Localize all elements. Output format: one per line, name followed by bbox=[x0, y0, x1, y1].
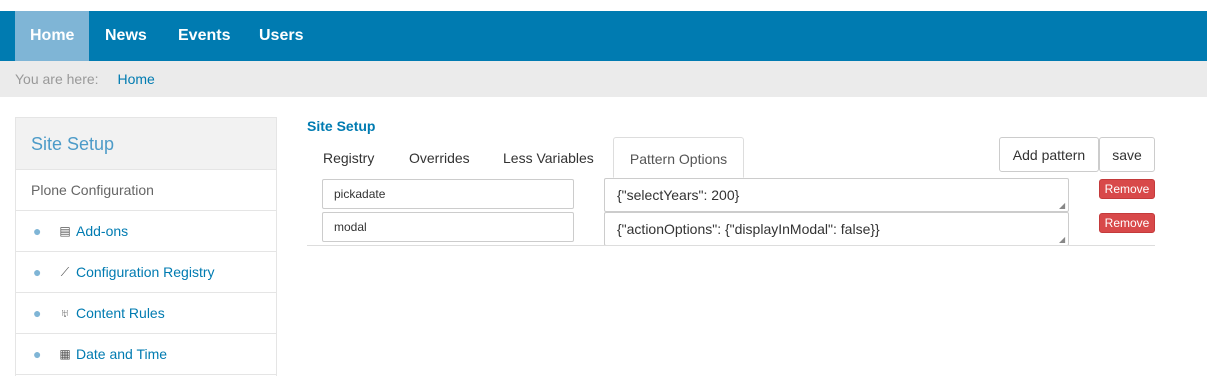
sidebar-item-date-and-time[interactable]: ● ▦ Date and Time bbox=[16, 334, 276, 375]
resize-grip-icon[interactable]: ◢ bbox=[1059, 236, 1067, 244]
bullet-icon: ● bbox=[33, 223, 42, 239]
breadcrumb-home-link[interactable]: Home bbox=[117, 71, 154, 87]
remove-pattern-button[interactable]: Remove bbox=[1099, 179, 1155, 199]
nav-item-users[interactable]: Users bbox=[244, 11, 318, 61]
pattern-name-input[interactable] bbox=[322, 212, 574, 242]
divider bbox=[307, 245, 1155, 246]
sidebar-item-label[interactable]: Content Rules bbox=[76, 293, 165, 333]
page-title: Site Setup bbox=[307, 118, 376, 134]
sidebar-item-label[interactable]: Date and Time bbox=[76, 334, 167, 374]
remove-pattern-button[interactable]: Remove bbox=[1099, 213, 1155, 233]
nav-item-home[interactable]: Home bbox=[15, 11, 90, 61]
bullet-icon: ● bbox=[33, 264, 42, 280]
portlet-title[interactable]: Site Setup bbox=[16, 118, 276, 170]
content-rules-icon: ♅ bbox=[60, 306, 70, 320]
resize-grip-icon[interactable]: ◢ bbox=[1059, 202, 1067, 210]
portlet-section-heading: Plone Configuration bbox=[16, 170, 276, 211]
main-navbar: Home News Events Users bbox=[0, 11, 1207, 61]
save-button[interactable]: save bbox=[1099, 137, 1155, 172]
sidebar-item-configuration-registry[interactable]: ● ⟋ Configuration Registry bbox=[16, 252, 276, 293]
tab-registry[interactable]: Registry bbox=[323, 148, 374, 168]
breadcrumb: You are here: Home bbox=[0, 61, 1207, 97]
calendar-icon: ▦ bbox=[59, 347, 71, 361]
bullet-icon: ● bbox=[33, 346, 42, 362]
pattern-options-value: {"actionOptions": {"displayInModal": fal… bbox=[617, 221, 880, 237]
nav-item-events[interactable]: Events bbox=[163, 11, 245, 61]
bullet-icon: ● bbox=[33, 305, 42, 321]
sidebar-item-label[interactable]: Add-ons bbox=[76, 211, 128, 251]
tab-less-variables[interactable]: Less Variables bbox=[503, 148, 594, 168]
site-setup-portlet: Site Setup Plone Configuration ● ▤ Add-o… bbox=[15, 117, 277, 376]
pattern-options-value: {"selectYears": 200} bbox=[617, 187, 740, 203]
pattern-options-textarea[interactable]: {"actionOptions": {"displayInModal": fal… bbox=[604, 212, 1069, 246]
tab-pattern-options[interactable]: Pattern Options bbox=[613, 137, 744, 178]
add-pattern-button[interactable]: Add pattern bbox=[999, 137, 1099, 172]
pattern-name-input[interactable] bbox=[322, 179, 574, 209]
sidebar-item-addons[interactable]: ● ▤ Add-ons bbox=[16, 211, 276, 252]
tab-overrides[interactable]: Overrides bbox=[409, 148, 470, 168]
nav-item-news[interactable]: News bbox=[90, 11, 162, 61]
addons-icon: ▤ bbox=[59, 224, 71, 238]
sidebar-item-label[interactable]: Configuration Registry bbox=[76, 252, 215, 292]
breadcrumb-prefix: You are here: bbox=[15, 71, 99, 87]
sidebar-item-content-rules[interactable]: ● ♅ Content Rules bbox=[16, 293, 276, 334]
wrench-icon: ⟋ bbox=[60, 265, 70, 279]
pattern-options-textarea[interactable]: {"selectYears": 200} ◢ bbox=[604, 178, 1069, 212]
